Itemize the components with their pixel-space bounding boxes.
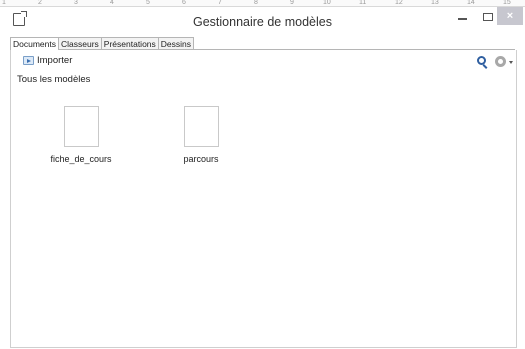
tab-bar: Documents Classeurs Présentations Dessin… xyxy=(10,37,515,50)
chevron-down-icon[interactable] xyxy=(509,61,513,64)
template-name: fiche_de_cours xyxy=(50,154,112,164)
import-button[interactable]: Importer xyxy=(23,55,72,66)
templates-panel: Importer Tous les modèles fiche_de_cours… xyxy=(10,50,517,348)
gear-icon[interactable] xyxy=(495,56,506,67)
tab-classeurs[interactable]: Classeurs xyxy=(58,37,102,49)
search-icon[interactable] xyxy=(477,56,488,69)
tab-presentations[interactable]: Présentations xyxy=(100,37,159,49)
tab-documents[interactable]: Documents xyxy=(10,37,59,50)
section-title: Tous les modèles xyxy=(17,74,91,85)
title-bar[interactable]: Gestionnaire de modèles × xyxy=(0,7,525,34)
close-button[interactable]: × xyxy=(497,7,523,25)
minimize-button[interactable] xyxy=(449,7,475,27)
maximize-icon xyxy=(483,13,493,21)
template-thumbnail[interactable] xyxy=(63,106,99,147)
template-item[interactable]: fiche_de_cours xyxy=(36,106,126,164)
template-item[interactable]: parcours xyxy=(156,106,246,164)
template-name: parcours xyxy=(183,154,219,164)
template-thumbnail[interactable] xyxy=(183,106,219,147)
template-manager-dialog: Gestionnaire de modèles × Documents Clas… xyxy=(0,6,525,349)
import-label: Importer xyxy=(37,55,73,66)
window-title: Gestionnaire de modèles xyxy=(193,15,332,29)
tab-dessins[interactable]: Dessins xyxy=(157,37,195,49)
close-icon: × xyxy=(506,10,514,22)
import-icon xyxy=(23,56,34,65)
minimize-icon xyxy=(457,18,467,20)
